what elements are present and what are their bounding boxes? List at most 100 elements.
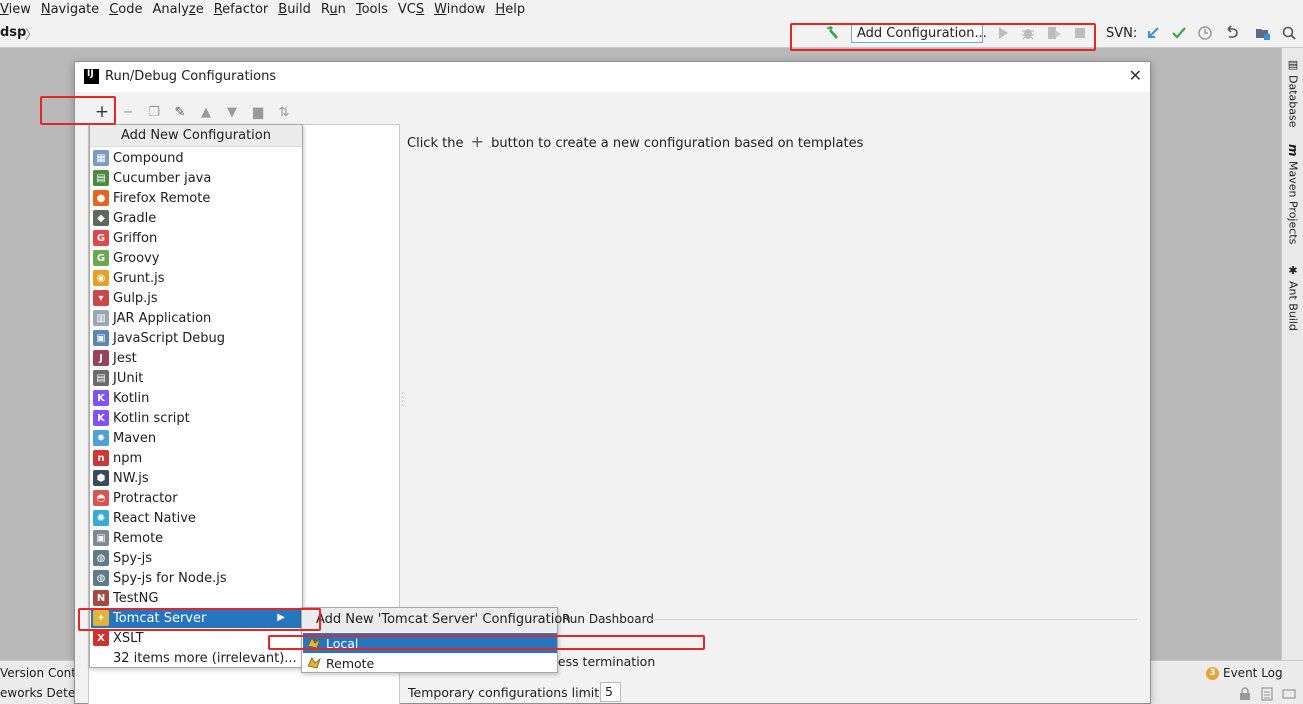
add-configuration-button[interactable]: Add Configuration...: [851, 24, 987, 43]
lock-icon[interactable]: [1238, 687, 1252, 701]
hint-text-after: button to create a new configuration bas…: [491, 136, 864, 151]
menu-build[interactable]: Build: [273, 1, 316, 19]
popup-item-label: npm: [113, 450, 143, 466]
popup-item-npm[interactable]: n npm: [91, 448, 301, 468]
temp-configurations-limit-input[interactable]: 5: [600, 682, 621, 702]
empty-configuration-hint: Click the + button to create a new confi…: [407, 132, 863, 151]
svn-update-icon[interactable]: [1145, 25, 1161, 41]
project-structure-icon[interactable]: [1255, 25, 1271, 41]
menu-navigate[interactable]: Navigate: [36, 1, 104, 19]
kotlin-icon: K: [93, 390, 109, 406]
memory-indicator-icon[interactable]: [1282, 687, 1296, 701]
tool-tab-maven-projects[interactable]: m Maven Projects: [1284, 144, 1302, 244]
add-configuration-plus-button[interactable]: +: [89, 102, 115, 122]
menu-analyze[interactable]: Analyze: [147, 1, 208, 19]
run-with-coverage-icon[interactable]: [1046, 25, 1062, 41]
popup-item-junit[interactable]: ▤ JUnit: [91, 368, 301, 388]
react-native-icon: ✺: [93, 510, 109, 526]
popup-item-kotlin[interactable]: K Kotlin: [91, 388, 301, 408]
popup-item-groovy[interactable]: G Groovy: [91, 248, 301, 268]
menu-vcs[interactable]: VCS: [393, 1, 429, 19]
move-up-icon[interactable]: ▲: [193, 102, 219, 122]
spy-js-icon: ◍: [93, 550, 109, 566]
sort-configurations-icon[interactable]: ⇅: [271, 102, 297, 122]
popup-item-testng[interactable]: N TestNG: [91, 588, 301, 608]
copy-configuration-icon[interactable]: ❐: [141, 102, 167, 122]
popup-item-protractor[interactable]: ◓ Protractor: [91, 488, 301, 508]
search-icon[interactable]: [1281, 25, 1297, 41]
remove-configuration-button[interactable]: −: [115, 102, 141, 122]
tomcat-server-submenu: Add New 'Tomcat Server' Configuration Lo…: [301, 607, 571, 673]
menu-tools[interactable]: Tools: [351, 1, 393, 19]
hint-text-before: Click the: [407, 136, 464, 151]
popup-item-jar-application[interactable]: ▥ JAR Application: [91, 308, 301, 328]
popup-item-javascript-debug[interactable]: ▣ JavaScript Debug: [91, 328, 301, 348]
popup-item-gulp-js[interactable]: ▾ Gulp.js: [91, 288, 301, 308]
breadcrumb-separator: 〉: [25, 28, 39, 43]
submenu-header[interactable]: Add New 'Tomcat Server' Configuration: [302, 608, 571, 632]
menu-refactor[interactable]: Refactor: [209, 1, 274, 19]
popup-item-label: TestNG: [113, 590, 159, 606]
popup-item-cucumber-java[interactable]: ▤ Cucumber java: [91, 168, 301, 188]
menu-window[interactable]: Window: [429, 1, 490, 19]
submenu-item-remote[interactable]: Remote: [303, 653, 557, 673]
document-icon[interactable]: [1260, 687, 1274, 701]
svn-commit-icon[interactable]: [1171, 25, 1187, 41]
menu-run[interactable]: Run: [316, 1, 351, 19]
svn-history-icon[interactable]: [1197, 25, 1213, 41]
kotlin-script-icon: K: [93, 410, 109, 426]
popup-item-xslt[interactable]: X XSLT: [91, 628, 301, 648]
stop-icon[interactable]: [1072, 25, 1088, 41]
popup-item-label: Gradle: [113, 210, 157, 226]
popup-item-tomcat-server[interactable]: ✦ Tomcat Server ▶: [91, 608, 301, 628]
popup-item-label: 32 items more (irrelevant)...: [113, 650, 297, 666]
version-control-tab[interactable]: Version Contro: [0, 666, 76, 680]
popup-item-label: Gulp.js: [113, 290, 158, 306]
menu-code[interactable]: Code: [104, 1, 147, 19]
popup-item-label: Maven: [113, 430, 157, 446]
pane-splitter-handle[interactable]: · · · ·: [401, 390, 404, 411]
popup-item-kotlin-script[interactable]: K Kotlin script: [91, 408, 301, 428]
popup-item-maven[interactable]: ✸ Maven: [91, 428, 301, 448]
tomcat-server-icon: ✦: [93, 610, 109, 626]
popup-item-compound[interactable]: ▦ Compound: [91, 148, 301, 168]
popup-item-spy-js-for-node-js[interactable]: ◍ Spy-js for Node.js: [91, 568, 301, 588]
popup-item-32-items-more-irrelevant[interactable]: 32 items more (irrelevant)...: [91, 648, 301, 668]
run-icon[interactable]: [995, 25, 1011, 41]
frameworks-detected-notice[interactable]: eworks Detec: [0, 686, 76, 700]
firefox-remote-icon: ●: [93, 190, 109, 206]
grunt-js-icon: ◉: [93, 270, 109, 286]
main-toolbar: dsp 〉 Add Configuration... SVN:: [0, 19, 1303, 48]
popup-item-gradle[interactable]: ◆ Gradle: [91, 208, 301, 228]
breadcrumb-project[interactable]: dsp: [0, 25, 26, 40]
popup-item-jest[interactable]: J Jest: [91, 348, 301, 368]
confirm-process-termination-label: cess termination: [551, 654, 656, 669]
move-down-icon[interactable]: ▼: [219, 102, 245, 122]
popup-item-react-native[interactable]: ✺ React Native: [91, 508, 301, 528]
menu-view[interactable]: View: [0, 1, 36, 19]
jest-icon: J: [93, 350, 109, 366]
move-to-folder-icon[interactable]: ▆: [245, 102, 271, 122]
debug-icon[interactable]: [1020, 25, 1036, 41]
popup-item-grunt-js[interactable]: ◉ Grunt.js: [91, 268, 301, 288]
tool-tab-ant-build[interactable]: ✱ Ant Build: [1284, 264, 1302, 331]
submenu-item-local[interactable]: Local: [303, 633, 557, 653]
event-log-tab[interactable]: 3 Event Log: [1206, 666, 1283, 680]
popup-item-firefox-remote[interactable]: ● Firefox Remote: [91, 188, 301, 208]
gulp-js-icon: ▾: [93, 290, 109, 306]
svn-label: SVN:: [1106, 26, 1138, 41]
svn-revert-icon[interactable]: [1223, 25, 1239, 41]
popup-item-nw-js[interactable]: ⬢ NW.js: [91, 468, 301, 488]
popup-item-label: JavaScript Debug: [113, 330, 226, 346]
edit-defaults-wrench-icon[interactable]: ✎: [167, 102, 193, 122]
popup-item-spy-js[interactable]: ◍ Spy-js: [91, 548, 301, 568]
add-new-configuration-popup: Add New Configuration ▦ Compound ▤ Cucumber…: [89, 124, 303, 668]
tool-tab-database[interactable]: ▤ Database: [1284, 58, 1302, 128]
popup-item-griffon[interactable]: G Griffon: [91, 228, 301, 248]
nw-js-icon: ⬢: [93, 470, 109, 486]
popup-item-label: Remote: [113, 530, 164, 546]
build-hammer-icon[interactable]: [823, 24, 841, 42]
popup-item-remote[interactable]: ▣ Remote: [91, 528, 301, 548]
menu-help[interactable]: Help: [490, 1, 530, 19]
close-icon[interactable]: ✕: [1129, 66, 1142, 85]
